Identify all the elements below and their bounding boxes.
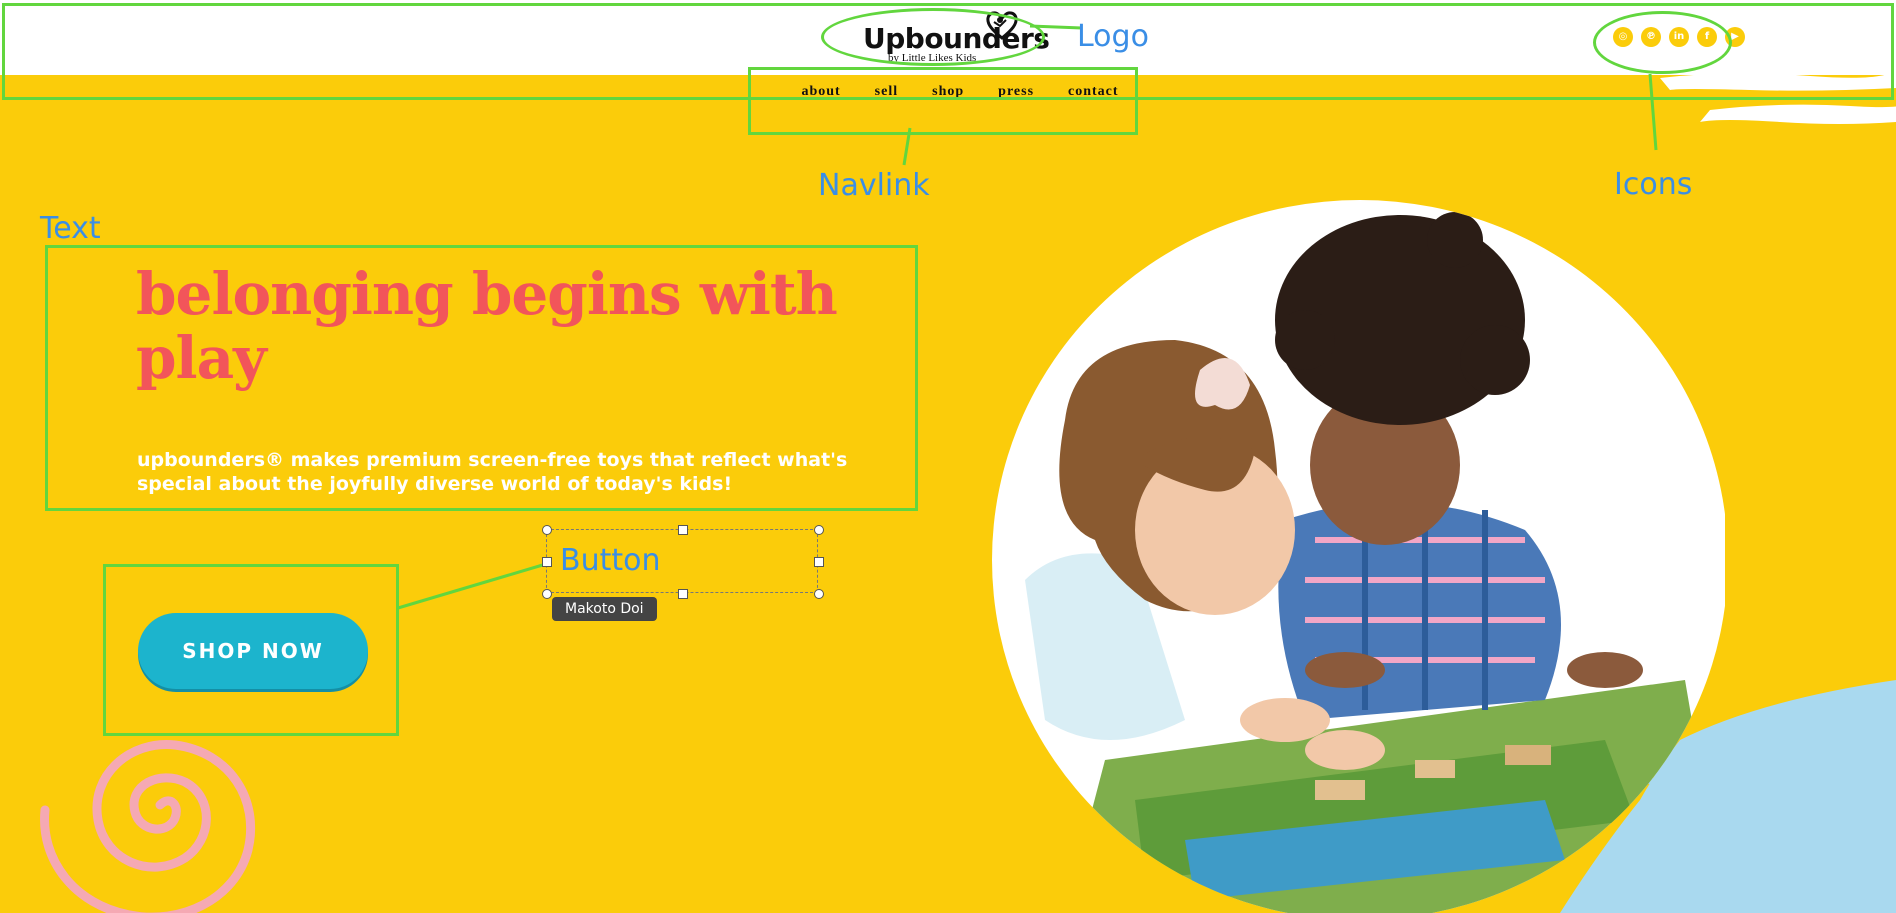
annotation-connectors	[397, 24, 1658, 610]
resize-handle[interactable]	[814, 557, 824, 567]
resize-handle[interactable]	[542, 525, 552, 535]
resize-handle[interactable]	[814, 589, 824, 599]
icons-annotation-label: Icons	[1614, 167, 1693, 202]
author-tooltip: Makoto Doi	[552, 597, 657, 621]
resize-handle[interactable]	[542, 557, 552, 567]
resize-handle[interactable]	[542, 589, 552, 599]
text-annotation-label: Text	[40, 211, 101, 246]
resize-handle[interactable]	[814, 525, 824, 535]
logo-annotation-label: Logo	[1077, 19, 1149, 54]
resize-handle[interactable]	[678, 589, 688, 599]
button-annotation-label[interactable]: Button	[560, 543, 661, 578]
resize-handle[interactable]	[678, 525, 688, 535]
navlink-annotation-label: Navlink	[818, 168, 930, 203]
